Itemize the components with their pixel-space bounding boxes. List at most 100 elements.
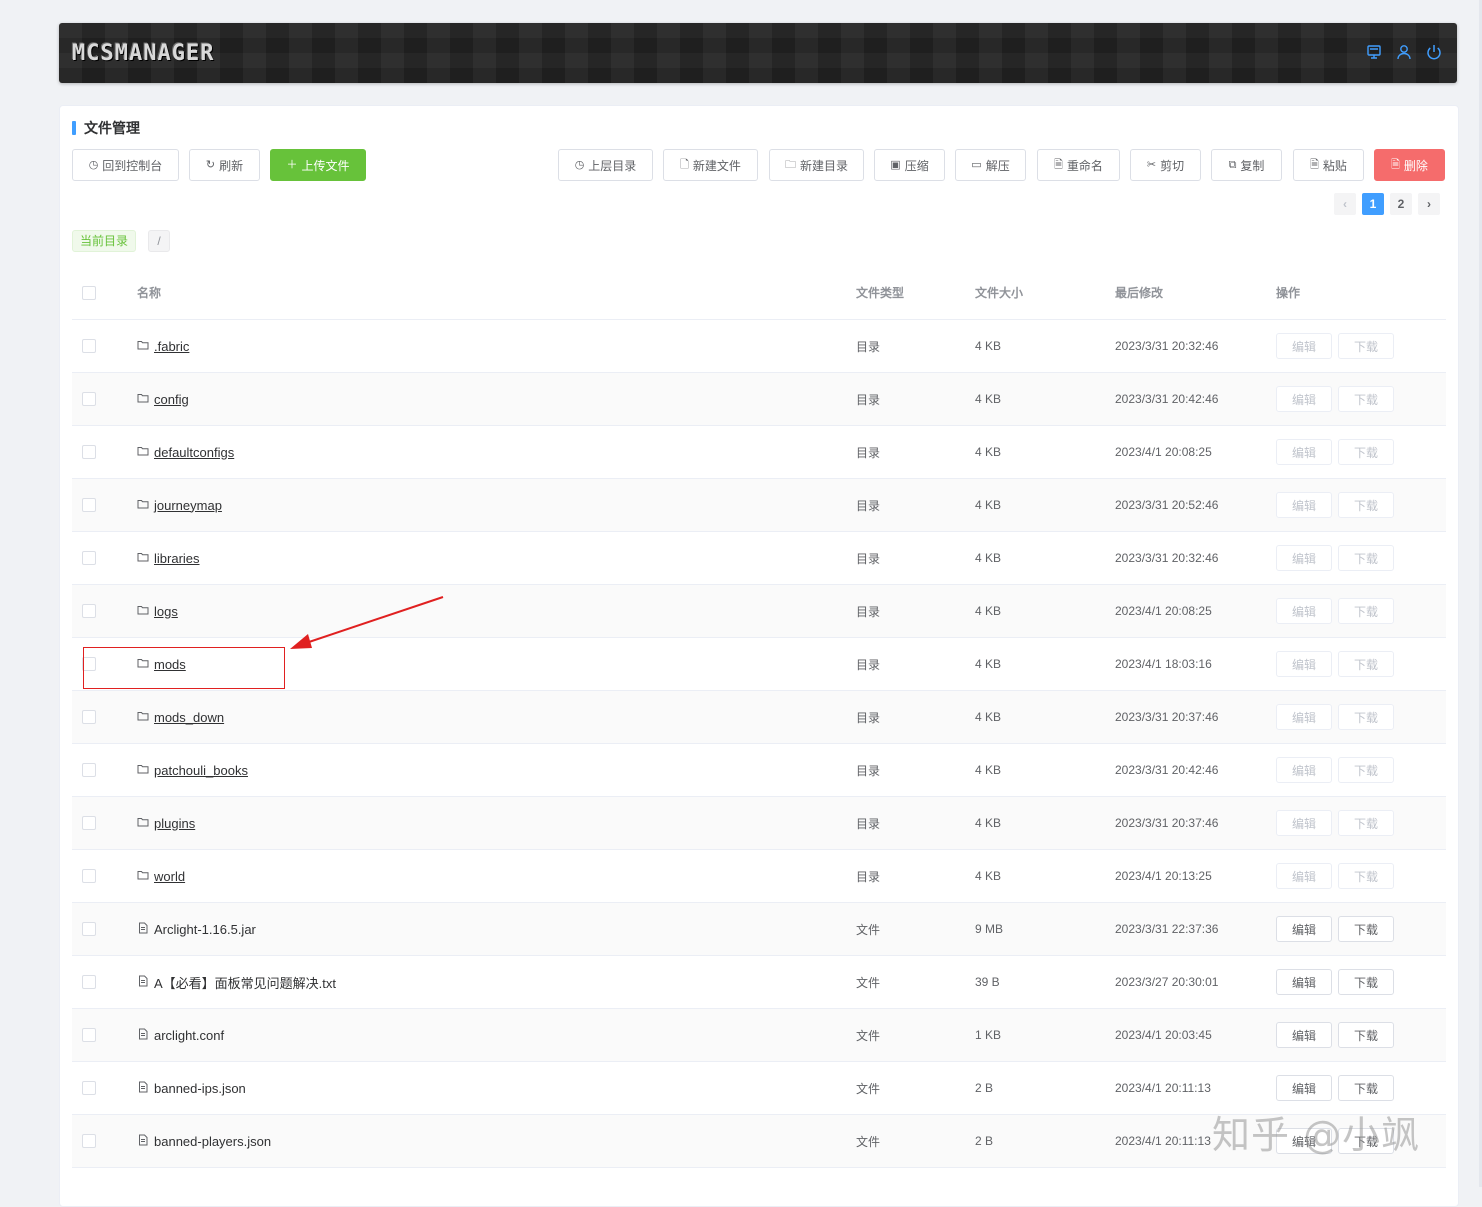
- download-button[interactable]: 下载: [1338, 598, 1394, 624]
- row-checkbox[interactable]: [82, 1028, 96, 1042]
- row-checkbox[interactable]: [82, 922, 96, 936]
- file-name[interactable]: logs: [154, 604, 178, 619]
- edit-button[interactable]: 编辑: [1276, 386, 1332, 412]
- download-button[interactable]: 下载: [1338, 1075, 1394, 1101]
- table-row[interactable]: arclight.conf 文件 1 KB 2023/4/1 20:03:45 编辑 下载: [72, 1009, 1446, 1062]
- row-checkbox[interactable]: [82, 445, 96, 459]
- row-checkbox[interactable]: [82, 816, 96, 830]
- row-checkbox[interactable]: [82, 392, 96, 406]
- row-checkbox[interactable]: [82, 551, 96, 565]
- rename-button[interactable]: 🗎 重命名: [1037, 149, 1120, 181]
- edit-button[interactable]: 编辑: [1276, 1075, 1332, 1101]
- compress-button[interactable]: ▣ 压缩: [874, 149, 945, 181]
- edit-button[interactable]: 编辑: [1276, 969, 1332, 995]
- file-type: 目录: [856, 445, 881, 460]
- file-name[interactable]: A【必看】面板常见问题解决.txt: [154, 973, 336, 992]
- file-name[interactable]: patchouli_books: [154, 763, 248, 778]
- download-button[interactable]: 下载: [1338, 439, 1394, 465]
- file-name[interactable]: defaultconfigs: [154, 445, 234, 460]
- file-name[interactable]: banned-players.json: [154, 1134, 271, 1149]
- file-name[interactable]: .fabric: [154, 339, 189, 354]
- edit-button[interactable]: 编辑: [1276, 863, 1332, 889]
- download-button[interactable]: 下载: [1338, 863, 1394, 889]
- upload-file-button[interactable]: ＋ 上传文件: [270, 149, 366, 181]
- file-name[interactable]: world: [154, 869, 185, 884]
- edit-button[interactable]: 编辑: [1276, 333, 1332, 359]
- table-row[interactable]: mods_down 目录 4 KB 2023/3/31 20:37:46 编辑 下载: [72, 691, 1446, 744]
- next-page-button[interactable]: ›: [1418, 193, 1440, 215]
- table-row[interactable]: world 目录 4 KB 2023/4/1 20:13:25 编辑 下载: [72, 850, 1446, 903]
- file-name[interactable]: arclight.conf: [154, 1028, 224, 1043]
- copy-button[interactable]: ⧉ 复制: [1211, 149, 1282, 181]
- file-name[interactable]: config: [154, 392, 189, 407]
- header-name[interactable]: 名称: [137, 266, 161, 319]
- edit-button[interactable]: 编辑: [1276, 439, 1332, 465]
- file-name[interactable]: libraries: [154, 551, 200, 566]
- table-row[interactable]: plugins 目录 4 KB 2023/3/31 20:37:46 编辑 下载: [72, 797, 1446, 850]
- parent-directory-button[interactable]: ◷ 上层目录: [558, 149, 653, 181]
- table-row[interactable]: logs 目录 4 KB 2023/4/1 20:08:25 编辑 下载: [72, 585, 1446, 638]
- download-button[interactable]: 下载: [1338, 386, 1394, 412]
- row-checkbox[interactable]: [82, 1081, 96, 1095]
- file-name[interactable]: plugins: [154, 816, 195, 831]
- row-checkbox[interactable]: [82, 498, 96, 512]
- file-name[interactable]: banned-ips.json: [154, 1081, 246, 1096]
- edit-button[interactable]: 编辑: [1276, 916, 1332, 942]
- file-name[interactable]: journeymap: [154, 498, 222, 513]
- file-name[interactable]: mods_down: [154, 710, 224, 725]
- row-checkbox[interactable]: [82, 604, 96, 618]
- extract-button[interactable]: ▭ 解压: [955, 149, 1026, 181]
- file-name[interactable]: Arclight-1.16.5.jar: [154, 922, 256, 937]
- download-button[interactable]: 下载: [1338, 333, 1394, 359]
- page-1-button[interactable]: 1: [1362, 193, 1384, 215]
- power-icon[interactable]: [1425, 43, 1443, 61]
- new-folder-button[interactable]: 🗀 新建目录: [769, 149, 864, 181]
- refresh-button[interactable]: ↻ 刷新: [189, 149, 260, 181]
- delete-button[interactable]: 🗎 删除: [1374, 149, 1445, 181]
- user-icon[interactable]: [1395, 43, 1413, 61]
- current-path-badge[interactable]: /: [148, 230, 170, 252]
- table-row[interactable]: libraries 目录 4 KB 2023/3/31 20:32:46 编辑 下载: [72, 532, 1446, 585]
- monitor-icon[interactable]: [1365, 43, 1383, 61]
- edit-button[interactable]: 编辑: [1276, 1022, 1332, 1048]
- row-checkbox[interactable]: [82, 1134, 96, 1148]
- new-file-button[interactable]: 🗋 新建文件: [663, 149, 758, 181]
- edit-button[interactable]: 编辑: [1276, 651, 1332, 677]
- prev-page-button[interactable]: ‹: [1334, 193, 1356, 215]
- file-size: 4 KB: [975, 657, 1002, 671]
- back-to-console-button[interactable]: ◷ 回到控制台: [72, 149, 179, 181]
- select-all-checkbox[interactable]: [82, 285, 96, 300]
- download-button[interactable]: 下载: [1338, 757, 1394, 783]
- table-row[interactable]: journeymap 目录 4 KB 2023/3/31 20:52:46 编辑 下载: [72, 479, 1446, 532]
- page-2-button[interactable]: 2: [1390, 193, 1412, 215]
- row-checkbox[interactable]: [82, 710, 96, 724]
- download-button[interactable]: 下载: [1338, 969, 1394, 995]
- table-row[interactable]: .fabric 目录 4 KB 2023/3/31 20:32:46 编辑 下载: [72, 320, 1446, 373]
- download-button[interactable]: 下载: [1338, 704, 1394, 730]
- edit-button[interactable]: 编辑: [1276, 810, 1332, 836]
- table-row[interactable]: A【必看】面板常见问题解决.txt 文件 39 B 2023/3/27 20:30:0…: [72, 956, 1446, 1009]
- table-row[interactable]: defaultconfigs 目录 4 KB 2023/4/1 20:08:25 编辑下…: [72, 426, 1446, 479]
- edit-button[interactable]: 编辑: [1276, 545, 1332, 571]
- edit-button[interactable]: 编辑: [1276, 757, 1332, 783]
- row-checkbox[interactable]: [82, 763, 96, 777]
- download-button[interactable]: 下载: [1338, 916, 1394, 942]
- download-button[interactable]: 下载: [1338, 1022, 1394, 1048]
- row-checkbox[interactable]: [82, 339, 96, 353]
- table-row[interactable]: patchouli_books 目录 4 KB 2023/3/31 20:42:46 编…: [72, 744, 1446, 797]
- edit-button[interactable]: 编辑: [1276, 598, 1332, 624]
- download-button[interactable]: 下载: [1338, 651, 1394, 677]
- cut-button[interactable]: ✂ 剪切: [1130, 149, 1201, 181]
- download-button[interactable]: 下载: [1338, 492, 1394, 518]
- download-button[interactable]: 下载: [1338, 810, 1394, 836]
- row-checkbox[interactable]: [82, 975, 96, 989]
- paste-button[interactable]: 🗎 粘贴: [1293, 149, 1364, 181]
- edit-button[interactable]: 编辑: [1276, 704, 1332, 730]
- app-logo[interactable]: MCSMANAGER: [72, 41, 214, 66]
- download-button[interactable]: 下载: [1338, 545, 1394, 571]
- file-type: 目录: [856, 498, 881, 513]
- edit-button[interactable]: 编辑: [1276, 492, 1332, 518]
- table-row[interactable]: Arclight-1.16.5.jar 文件 9 MB 2023/3/31 22:37…: [72, 903, 1446, 956]
- table-row[interactable]: config 目录 4 KB 2023/3/31 20:42:46 编辑 下载: [72, 373, 1446, 426]
- row-checkbox[interactable]: [82, 869, 96, 883]
